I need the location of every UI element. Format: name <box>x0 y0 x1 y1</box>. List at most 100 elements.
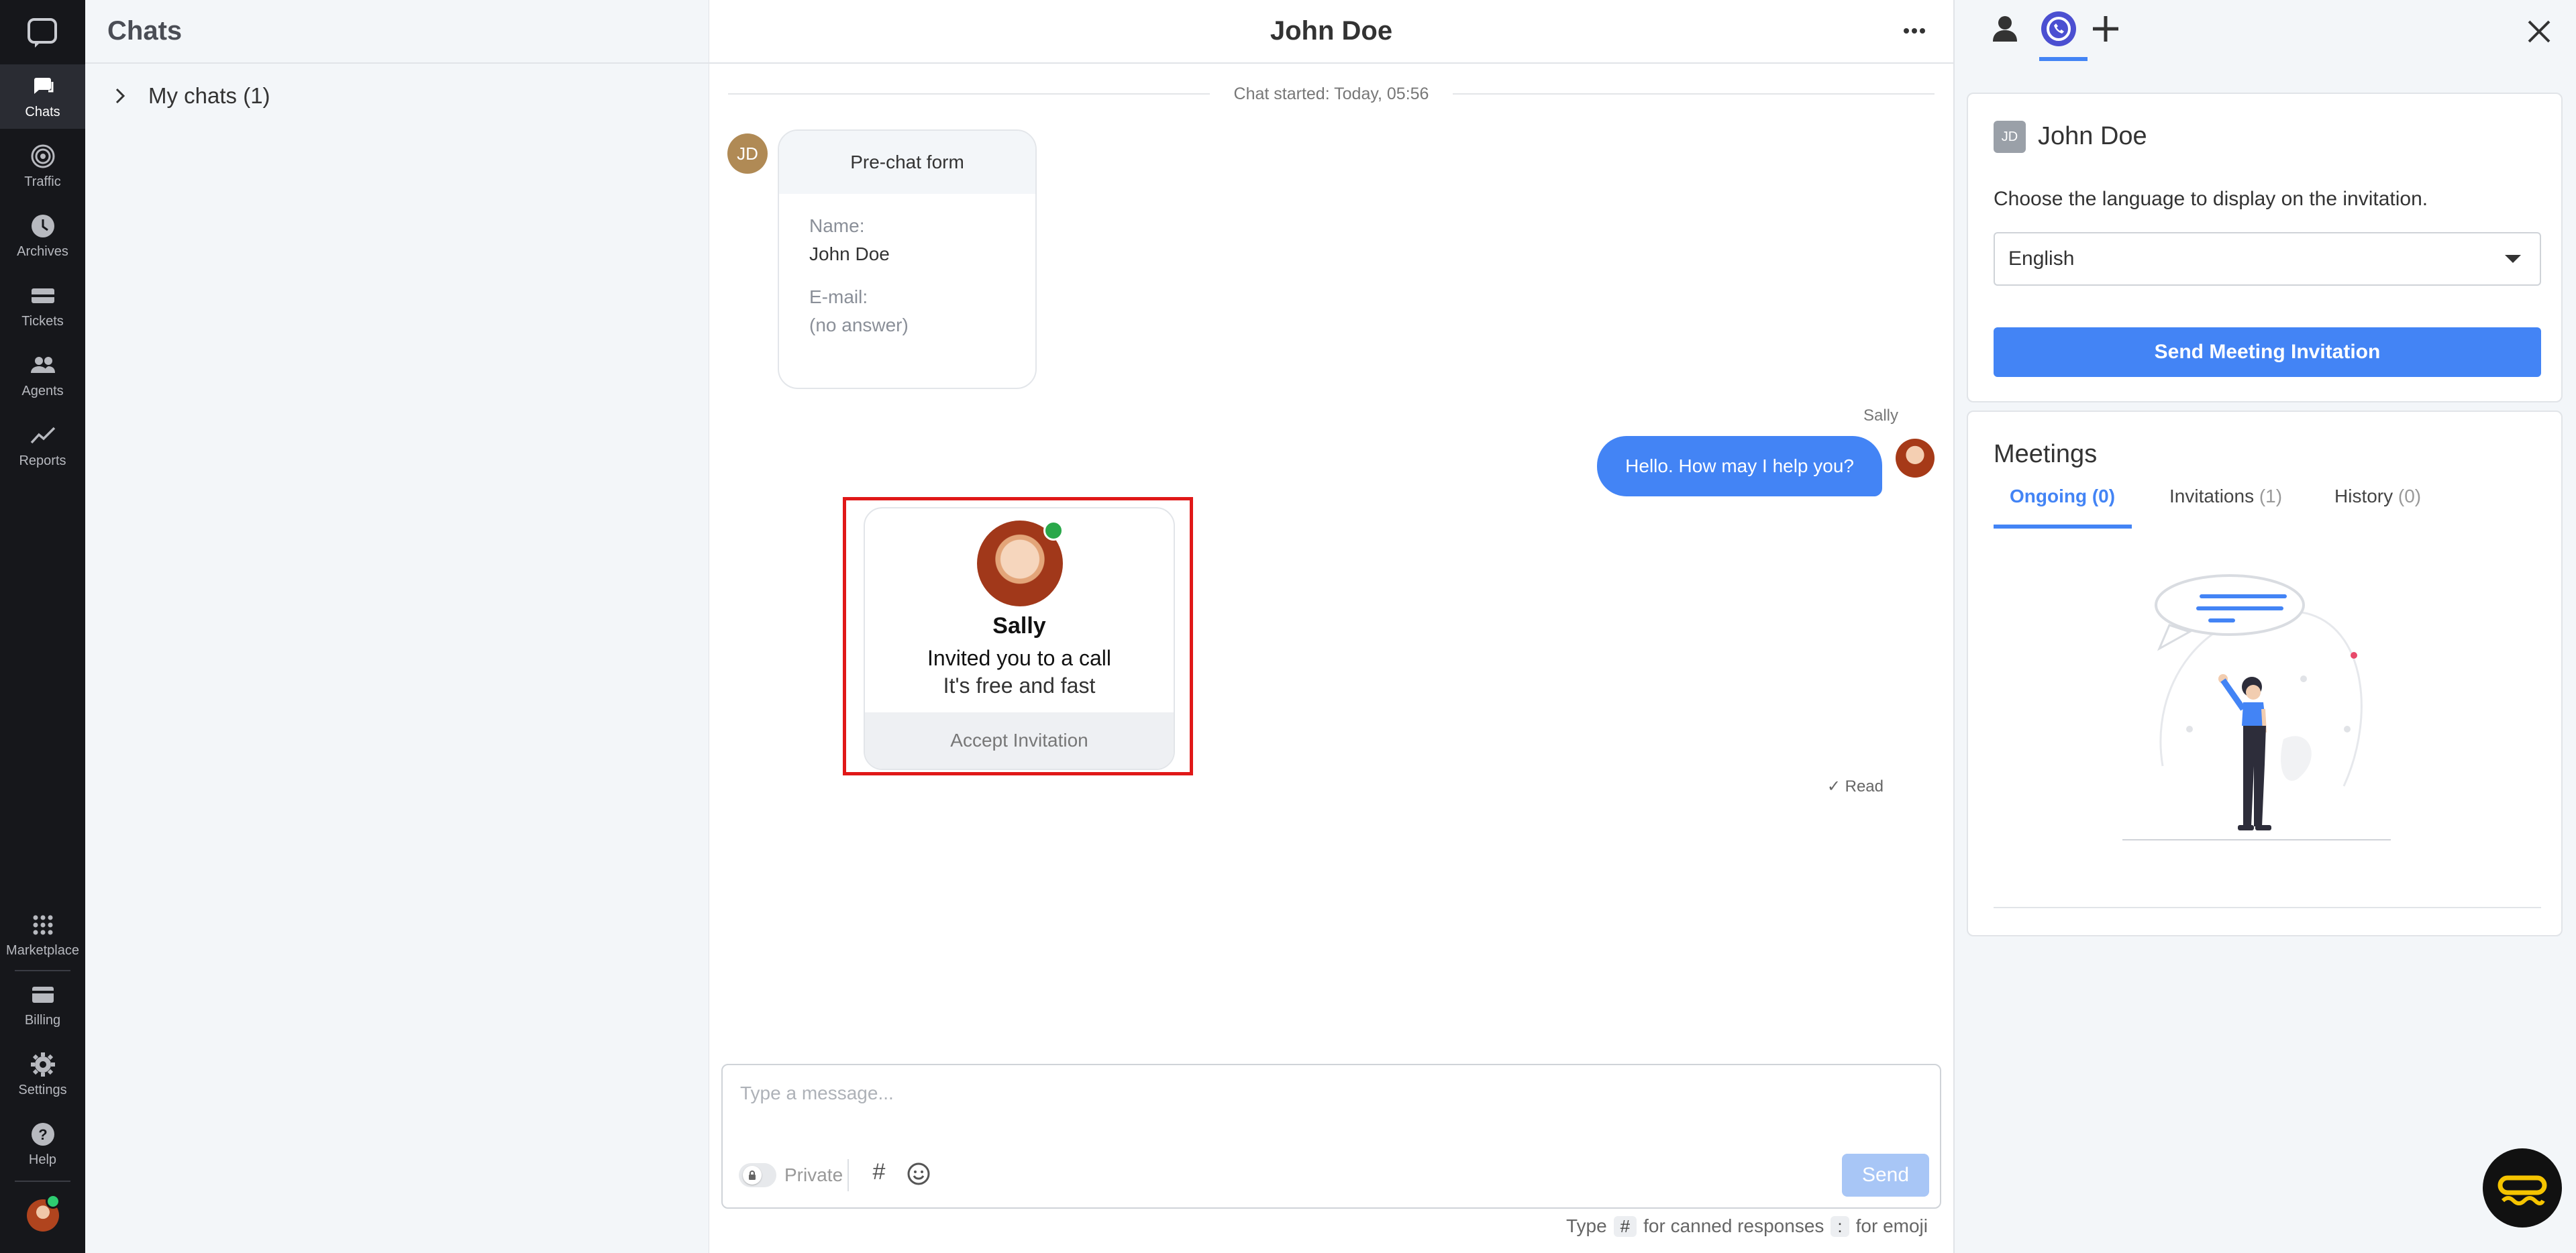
composer-hint: Type # for canned responses : for emoji <box>1566 1215 1928 1237</box>
online-status-dot <box>46 1194 60 1209</box>
help-icon: ? <box>31 1123 54 1146</box>
hint-key-hash: # <box>1613 1215 1637 1237</box>
nav-archives[interactable]: Archives <box>0 204 85 268</box>
hint-key-colon: : <box>1831 1215 1849 1237</box>
nav-tickets[interactable]: Tickets <box>0 274 85 338</box>
tab-ongoing-count: (0) <box>2092 486 2116 506</box>
message-composer: Type a message... Private # Send <box>721 1064 1941 1209</box>
nav-marketplace[interactable]: Marketplace <box>0 903 85 967</box>
hint-emoji-text: for emoji <box>1855 1215 1928 1236</box>
nav-tickets-label: Tickets <box>21 314 64 329</box>
tab-ongoing[interactable]: Ongoing (0) <box>2010 486 2115 507</box>
send-meeting-invitation-button[interactable]: Send Meeting Invitation <box>1994 327 2541 377</box>
agent-avatar <box>1896 439 1935 478</box>
visitor-avatar: JD <box>1994 121 2026 153</box>
visitor-name: John Doe <box>2038 122 2147 150</box>
agent-message-bubble: Hello. How may I help you? <box>1597 436 1882 496</box>
nav-billing-label: Billing <box>24 1013 61 1028</box>
canned-responses-button[interactable]: # <box>864 1159 894 1190</box>
svg-text:?: ? <box>38 1126 47 1143</box>
message-sender-name: Sally <box>1863 406 1898 425</box>
invite-text: Invited you to a call <box>927 646 1111 670</box>
tab-history-count: (0) <box>2398 486 2422 506</box>
agents-icon <box>30 357 55 373</box>
meetings-title: Meetings <box>1994 440 2098 468</box>
rail-divider <box>15 970 70 971</box>
assistant-logo-icon <box>2497 1175 2547 1205</box>
nav-chats-label: Chats <box>25 105 60 119</box>
tab-invitations-count: (1) <box>2259 486 2283 506</box>
accept-invitation-button[interactable]: Accept Invitation <box>865 712 1174 769</box>
nav-settings[interactable]: Settings <box>0 1042 85 1107</box>
meetings-tabs: Ongoing (0) Invitations (1) History (0) <box>1994 486 2541 516</box>
hint-canned-text: for canned responses <box>1643 1215 1824 1236</box>
meetings-divider <box>1994 907 2541 908</box>
tab-history-label: History <box>2334 486 2393 506</box>
add-app-icon[interactable] <box>2086 9 2125 48</box>
grid-icon <box>33 915 52 935</box>
prechat-form-title: Pre-chat form <box>779 131 1035 194</box>
composer-divider <box>847 1159 849 1191</box>
nav-agents-label: Agents <box>21 384 64 398</box>
prechat-email-value: (no answer) <box>809 315 909 335</box>
assistant-launcher-button[interactable] <box>2483 1148 2562 1228</box>
nav-chats[interactable]: Chats <box>0 64 85 129</box>
chat-started-divider: Chat started: Today, 05:56 <box>728 82 1935 106</box>
visitor-avatar: JD <box>727 133 768 174</box>
nav-traffic[interactable]: Traffic <box>0 134 85 199</box>
chat-icon <box>34 78 53 94</box>
nav-agents[interactable]: Agents <box>0 343 85 408</box>
chat-list-title: Chats <box>85 0 709 64</box>
details-panel: JD John Doe Choose the language to displ… <box>1955 0 2576 1253</box>
tab-history[interactable]: History (0) <box>2334 486 2421 507</box>
online-status-dot <box>1043 521 1064 541</box>
chart-line-icon <box>30 427 55 444</box>
more-options-icon[interactable] <box>1901 21 1928 40</box>
visitor-details-icon[interactable] <box>1986 9 2024 48</box>
rail-divider <box>15 1181 70 1182</box>
chat-list-panel: Chats My chats (1) <box>85 0 710 1253</box>
empty-state-illustration <box>2122 574 2391 840</box>
invitation-card: JD John Doe Choose the language to displ… <box>1967 93 2563 402</box>
nav-billing[interactable]: Billing <box>0 973 85 1037</box>
lock-icon <box>749 1170 756 1180</box>
nav-reports[interactable]: Reports <box>0 413 85 478</box>
invite-subtext: It's free and fast <box>943 673 1096 698</box>
private-label: Private <box>784 1164 843 1185</box>
prechat-name-label: Name: <box>809 215 865 236</box>
hint-type-text: Type <box>1565 1215 1607 1236</box>
nav-help[interactable]: ? Help <box>0 1112 85 1177</box>
nav-marketplace-label: Marketplace <box>6 943 79 958</box>
prechat-name-value: John Doe <box>809 243 890 264</box>
emoji-icon[interactable] <box>905 1160 932 1187</box>
video-call-app-icon[interactable] <box>2039 9 2078 48</box>
active-tab-indicator <box>2039 57 2088 61</box>
meetings-card: Meetings Ongoing (0) Invitations (1) His… <box>1967 411 2563 936</box>
my-chats-group[interactable]: My chats (1) <box>85 64 709 128</box>
send-button[interactable]: Send <box>1842 1154 1929 1197</box>
invite-agent-name: Sally <box>992 613 1046 639</box>
prechat-form-card: Pre-chat form Name: John Doe E-mail: (no… <box>778 129 1037 389</box>
language-select[interactable]: English <box>1994 232 2541 286</box>
message-input[interactable]: Type a message... <box>740 1083 894 1104</box>
tab-invitations[interactable]: Invitations (1) <box>2169 486 2282 507</box>
conversation-header: John Doe <box>709 0 1953 64</box>
language-prompt: Choose the language to display on the in… <box>1994 188 2428 210</box>
nav-traffic-label: Traffic <box>24 174 61 189</box>
billing-icon <box>32 987 54 1003</box>
close-icon[interactable] <box>2525 17 2553 46</box>
nav-help-label: Help <box>28 1152 57 1167</box>
details-tabs <box>1955 0 2576 62</box>
call-invitation-card: Sally Invited you to a call It's free an… <box>864 507 1175 770</box>
nav-settings-label: Settings <box>18 1083 67 1097</box>
active-tab-indicator <box>1994 525 2132 529</box>
nav-reports-label: Reports <box>19 453 66 468</box>
clock-icon <box>31 215 54 237</box>
tab-ongoing-label: Ongoing <box>2010 486 2088 506</box>
traffic-icon <box>31 144 54 168</box>
private-toggle[interactable] <box>739 1163 776 1187</box>
ticket-icon <box>31 288 54 303</box>
nav-rail: Chats Traffic Archives Tickets Agents Re… <box>0 0 85 1253</box>
conversation-title: John Doe <box>1270 16 1393 46</box>
app-logo-icon[interactable] <box>25 16 59 50</box>
